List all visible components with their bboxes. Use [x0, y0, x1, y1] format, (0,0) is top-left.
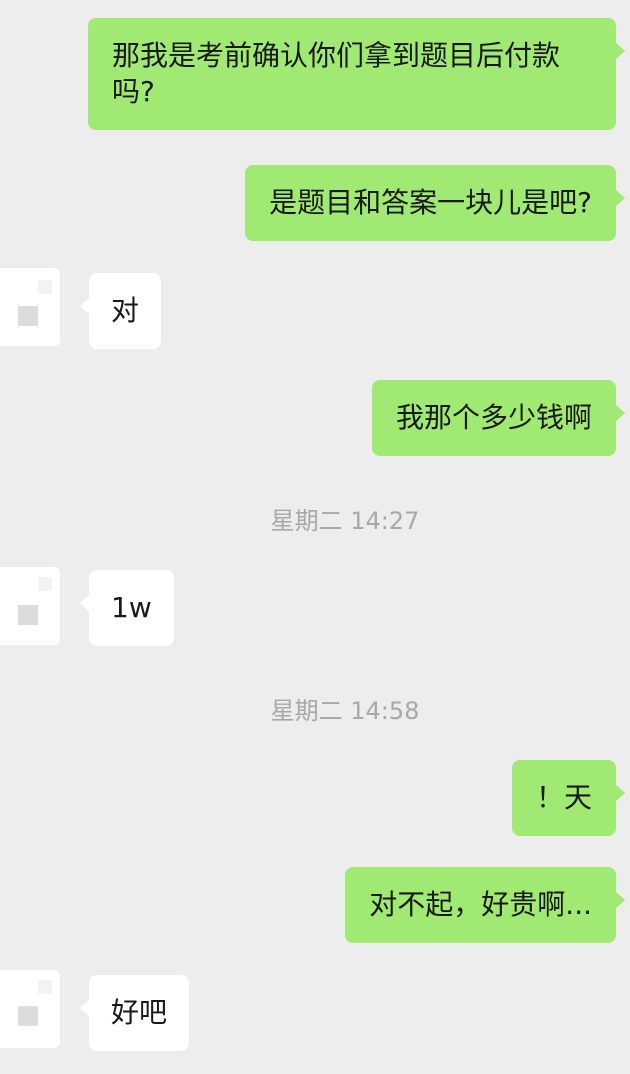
avatar-mosaic	[18, 605, 38, 625]
chat-message-list[interactable]: 那我是考前确认你们拿到题目后付款吗? 是题目和答案一块儿是吧? 对 我那个多少钱…	[0, 0, 630, 1074]
message-timestamp: 星期二 14:27	[270, 507, 420, 535]
avatar-mosaic	[18, 306, 38, 326]
avatar-mosaic	[38, 577, 52, 591]
contact-avatar[interactable]	[0, 970, 60, 1048]
outgoing-message-bubble[interactable]: ！天	[511, 760, 626, 836]
message-timestamp: 星期二 14:58	[270, 697, 420, 725]
contact-avatar[interactable]	[0, 567, 60, 645]
avatar-mosaic	[38, 280, 52, 294]
avatar-mosaic	[18, 1006, 38, 1026]
outgoing-message-bubble[interactable]: 那我是考前确认你们拿到题目后付款吗?	[88, 18, 625, 130]
incoming-message-bubble[interactable]: 1w	[80, 570, 174, 646]
incoming-message-bubble[interactable]: 好吧	[79, 975, 190, 1051]
outgoing-message-bubble[interactable]: 是题目和答案一块儿是吧?	[245, 165, 625, 241]
outgoing-message-bubble[interactable]: 对不起，好贵啊...	[345, 867, 625, 943]
outgoing-message-bubble[interactable]: 我那个多少钱啊	[371, 380, 626, 456]
incoming-message-bubble[interactable]: 对	[79, 273, 162, 349]
avatar-mosaic	[38, 980, 52, 994]
contact-avatar[interactable]	[0, 268, 60, 346]
